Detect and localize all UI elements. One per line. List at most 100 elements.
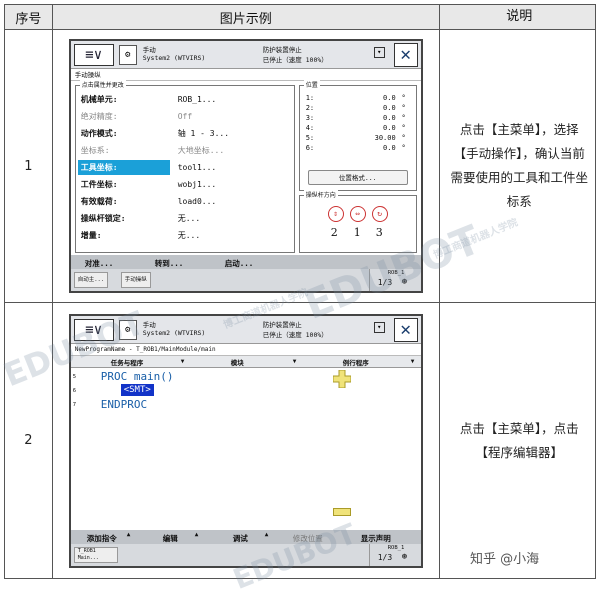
tab-routines[interactable]: 例行程序: [343, 357, 369, 367]
prop-row[interactable]: 有效载荷: load0...: [78, 194, 292, 209]
rob-label: ROB_1: [387, 544, 405, 551]
goto-button[interactable]: 转到...: [155, 258, 184, 269]
prop-key: 有效载荷:: [80, 197, 118, 206]
status-bar: T_ROB1 Main... ROB_1 1/3 ⊛: [70, 543, 421, 566]
prop-key: 机械单元:: [80, 95, 118, 104]
joystick-caption: 操纵杆方向: [303, 190, 338, 199]
prop-row[interactable]: 增量: 无...: [78, 228, 292, 243]
prop-value: 无...: [177, 231, 201, 240]
row-num: 1: [4, 29, 53, 303]
prop-row: 坐标系: 大地坐标...: [78, 143, 292, 158]
axis-number: 3: [375, 226, 383, 239]
table-header-row: 序号 图片示例 说明: [4, 4, 597, 30]
speed-status: 已停止（速度 100%）: [262, 330, 328, 339]
joystick-lr-icon: ⇔: [349, 206, 366, 222]
quickset-button[interactable]: ROB_1 1/3 ⊛: [368, 543, 419, 566]
robot-icon: ⚙: [118, 45, 137, 65]
prop-value: 无...: [177, 214, 201, 223]
properties-caption: 点击属性并更改: [79, 80, 126, 89]
joystick-up-icon: ⇕: [327, 206, 344, 222]
chevron-down-icon: ▼: [410, 357, 415, 365]
prop-value: 大地坐标...: [177, 146, 225, 155]
line-number: 5: [72, 373, 77, 380]
status-icon[interactable]: ▾: [373, 47, 385, 58]
prop-value: 轴 1 - 3...: [177, 129, 230, 138]
instruction-table: 序号 图片示例 说明 1 ≡∨ ⚙ 手动 System2 (WTVIRS) 防护…: [4, 4, 597, 579]
position-format-button[interactable]: 位置格式...: [307, 170, 408, 185]
axis-number: 2: [330, 226, 338, 239]
chevron-up-icon: ▲: [264, 530, 269, 538]
status-bar: 自动主... 手动操纵 ROB_1 1/3 ⊛: [70, 269, 421, 291]
prop-value: wobj1...: [177, 180, 217, 189]
tab-modules[interactable]: 模块: [231, 357, 244, 367]
prop-key: 坐标系:: [80, 146, 110, 155]
tab-tasks[interactable]: 任务与程序: [111, 357, 144, 367]
editor-tabs: 任务与程序 ▼ 模块 ▼ 例行程序 ▼: [70, 355, 421, 368]
status-icon[interactable]: ▾: [373, 321, 385, 333]
activate-button[interactable]: 启动...: [225, 258, 254, 269]
close-button[interactable]: ✕: [393, 43, 418, 67]
row-num: 2: [4, 302, 53, 579]
code-line: PROC main(): [100, 369, 174, 383]
zhihu-credit: 知乎 @小海: [470, 552, 540, 567]
guard-status: 防护装置停止: [262, 320, 302, 329]
zoom-out-icon[interactable]: [332, 507, 351, 516]
joystick-direction-panel: 操纵杆方向 ⇕ ⇔ ↻ 2 1 3: [298, 190, 417, 253]
program-editor-screen: ≡∨ ⚙ 手动 System2 (WTVIRS) 防护装置停止 已停止（速度 1…: [68, 313, 423, 568]
prop-key: 增量:: [80, 231, 102, 240]
prop-key: 工件坐标:: [80, 180, 118, 189]
quickset-button[interactable]: ROB_1 1/3 ⊛: [368, 269, 419, 291]
joystick-rotate-icon: ↻: [371, 206, 388, 222]
task-program[interactable]: T_ROB1 Main...: [73, 546, 118, 563]
header-num: 序号: [4, 4, 53, 30]
row-desc: 点击【主菜单】，选择【手动操作】，确认当前需要使用的工具和工件坐标系: [438, 29, 597, 303]
header-desc: 说明: [438, 4, 597, 30]
prop-row[interactable]: 操纵杆锁定: 无...: [78, 211, 292, 226]
debug-button[interactable]: 调试: [233, 533, 248, 544]
position-panel: 位置 1: 0.0 ° 2: 0.0 ° 3: 0.0 ° 4: 0.0 ° 5: 30.00 ° …: [298, 80, 417, 191]
rob-fraction: 1/3: [377, 278, 393, 287]
prop-row-selected[interactable]: 工具坐标: tool1...: [77, 160, 292, 175]
prop-row[interactable]: 动作模式: 轴 1 - 3...: [78, 126, 292, 141]
prop-row[interactable]: 工件坐标: wobj1...: [78, 177, 292, 192]
zoom-in-icon[interactable]: [332, 369, 351, 388]
show-declaration-button[interactable]: 显示声明: [361, 533, 391, 544]
edit-button[interactable]: 编辑: [163, 533, 178, 544]
task-auto[interactable]: 自动主...: [73, 272, 109, 288]
system-label: System2 (WTVIRS): [142, 328, 206, 337]
main-menu-button[interactable]: ≡∨: [73, 318, 114, 341]
chevron-up-icon: ▲: [126, 530, 131, 538]
guard-status: 防护装置停止: [262, 46, 302, 54]
prop-key: 绝对精度:: [80, 112, 118, 121]
mode-label: 手动: [142, 320, 156, 329]
table-row: 1 ≡∨ ⚙ 手动 System2 (WTVIRS) 防护装置停止 已停止（速度…: [4, 29, 597, 303]
quickset-icon: ⊛: [401, 551, 408, 562]
example-cell: ≡∨ ⚙ 手动 System2 (WTVIRS) 防护装置停止 已停止（速度 1…: [51, 29, 440, 303]
quickset-icon: ⊛: [401, 277, 408, 287]
prop-value: load0...: [177, 197, 217, 206]
chevron-up-icon: ▲: [194, 530, 199, 538]
smt-placeholder[interactable]: <SMT>: [120, 383, 154, 396]
jog-screen: ≡∨ ⚙ 手动 System2 (WTVIRS) 防护装置停止 已停止（速度 1…: [68, 39, 423, 293]
add-instruction-button[interactable]: 添加指令: [87, 533, 117, 544]
code-area[interactable]: 5 6 7 PROC main() <SMT> ENDPROC: [71, 369, 421, 530]
system-label: System2 (WTVIRS): [142, 54, 206, 62]
task-jog[interactable]: 手动操纵: [120, 272, 151, 288]
mode-label: 手动: [142, 46, 156, 54]
program-path: NewProgramName - T_ROB1/MainModule/main: [70, 344, 421, 356]
modify-position-button: 修改位置: [292, 533, 323, 543]
prop-row[interactable]: 机械单元: ROB_1...: [78, 92, 292, 107]
table-row: 2 ≡∨ ⚙ 手动 System2 (WTVIRS) 防护装置停止 已停止（速度…: [4, 302, 597, 579]
speed-status: 已停止（速度 100%）: [262, 56, 328, 64]
top-bar: ≡∨ ⚙ 手动 System2 (WTVIRS) 防护装置停止 已停止（速度 1…: [70, 315, 421, 344]
main-menu-button[interactable]: ≡∨: [73, 44, 114, 66]
align-button[interactable]: 对准...: [85, 258, 114, 269]
line-number: 6: [72, 387, 77, 394]
row-desc: 点击【主菜单】，点击【程序编辑器】: [438, 302, 597, 579]
close-button[interactable]: ✕: [393, 317, 418, 342]
chevron-down-icon: ▼: [292, 357, 297, 365]
line-number: 7: [72, 401, 77, 408]
prop-key: 工具坐标:: [77, 160, 170, 175]
robot-icon: ⚙: [118, 319, 137, 340]
prop-value: Off: [177, 112, 193, 121]
